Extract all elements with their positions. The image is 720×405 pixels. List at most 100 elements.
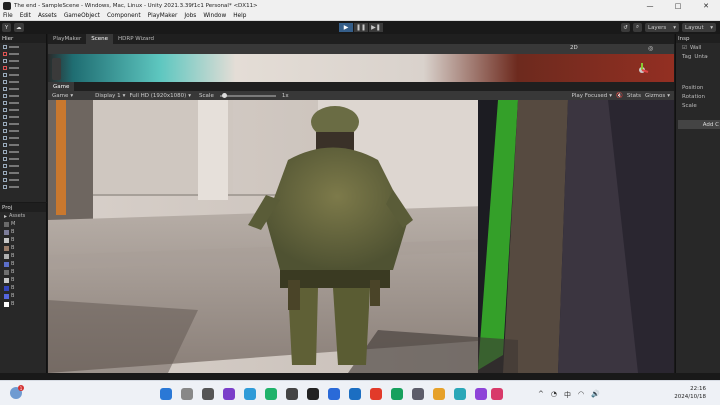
hierarchy-item[interactable] [0,127,46,134]
assets-folder[interactable]: ▸ Assets [0,212,46,220]
windows-start-icon[interactable] [160,388,172,400]
app-tray-icon[interactable]: ◔ [551,390,557,400]
app-icon[interactable] [370,388,382,400]
task-view-icon[interactable] [202,388,214,400]
hierarchy-item[interactable] [0,71,46,78]
show-hidden-icons[interactable]: ^ [538,390,544,400]
project-asset-item[interactable]: B [0,284,46,292]
edge-icon[interactable] [244,388,256,400]
menu-window[interactable]: Window [203,13,226,19]
gizmos-button[interactable]: Gizmos ▾ [645,93,670,99]
hierarchy-item[interactable] [0,92,46,99]
menu-help[interactable]: Help [233,13,246,19]
hierarchy-item[interactable] [0,169,46,176]
menu-edit[interactable]: Edit [20,13,31,19]
play-focused-dropdown[interactable]: Play Focused ▾ [571,93,612,99]
cloud-icon[interactable]: ☁ [14,23,24,32]
tag-dropdown[interactable]: Untagged [694,54,708,60]
project-asset-item[interactable]: B [0,276,46,284]
close-button[interactable]: ✕ [692,0,720,11]
project-asset-item[interactable]: B [0,228,46,236]
pause-button[interactable]: ❚❚ [354,23,368,32]
hierarchy-item[interactable] [0,141,46,148]
settings-icon[interactable] [412,388,424,400]
tab-game[interactable]: Game [48,81,75,92]
hierarchy-item[interactable] [0,113,46,120]
project-asset-item[interactable]: B [0,268,46,276]
app-icon[interactable] [391,388,403,400]
add-component-button[interactable]: Add C [678,120,720,129]
menu-playmaker[interactable]: PlayMaker [148,13,178,19]
hierarchy-item[interactable] [0,43,46,50]
2d-toggle[interactable]: 2D [570,45,578,51]
hierarchy-item[interactable] [0,134,46,141]
wifi-icon[interactable]: ◠ [578,390,584,400]
hierarchy-item[interactable] [0,50,46,57]
hierarchy-item[interactable] [0,99,46,106]
minimize-button[interactable]: — [636,0,664,11]
input-language[interactable]: 中 [564,390,571,400]
menu-assets[interactable]: Assets [38,13,57,19]
stats-button[interactable]: Stats [627,93,641,99]
hierarchy-item[interactable] [0,64,46,71]
history-icon[interactable]: ↺ [621,23,630,32]
menu-file[interactable]: File [3,13,13,19]
hierarchy-tab[interactable]: Hier [0,34,46,43]
steam-icon[interactable] [286,388,298,400]
mute-audio-icon[interactable]: 🔇 [616,93,623,99]
layout-dropdown[interactable]: Layout ▾ [682,23,716,32]
scale-slider[interactable] [219,92,276,98]
hierarchy-item[interactable] [0,85,46,92]
scene-gizmo-icon[interactable] [634,62,650,78]
object-name-field[interactable]: Wall [690,45,702,51]
project-asset-item[interactable]: M [0,220,46,228]
project-asset-item[interactable]: B [0,244,46,252]
project-asset-item[interactable]: B [0,252,46,260]
hierarchy-item[interactable] [0,176,46,183]
menu-gameobject[interactable]: GameObject [64,13,100,19]
visual-studio-icon[interactable] [475,388,487,400]
transform-tool-strip[interactable] [52,58,61,80]
menu-jobs[interactable]: Jobs [184,13,196,19]
game-view[interactable] [48,100,674,373]
app-icon[interactable] [328,388,340,400]
active-checkbox[interactable]: ☑ [682,45,687,51]
project-asset-item[interactable]: B [0,300,46,308]
hierarchy-item[interactable] [0,78,46,85]
account-button[interactable]: Y [2,23,11,32]
project-asset-item[interactable]: B [0,292,46,300]
search-icon[interactable]: ⌕ [633,23,642,32]
visual-studio-icon[interactable] [223,388,235,400]
scene-view[interactable] [48,54,674,82]
gizmos-icon[interactable]: ◎ [648,45,653,52]
resolution-dropdown[interactable]: Full HD (1920x1080) ▾ [129,93,191,99]
game-mode-dropdown[interactable]: Game ▾ [52,93,73,99]
browser-icon[interactable] [349,388,361,400]
app-icon[interactable] [454,388,466,400]
clock[interactable]: 22:16 2024/10/18 [674,385,706,401]
app-icon[interactable] [491,388,503,400]
hierarchy-item[interactable] [0,106,46,113]
hierarchy-item[interactable] [0,148,46,155]
hierarchy-item[interactable] [0,155,46,162]
menu-component[interactable]: Component [107,13,141,19]
hierarchy-item[interactable] [0,183,46,190]
chrome-icon[interactable] [433,388,445,400]
inspector-tab[interactable]: Insp [676,34,720,43]
search-icon[interactable] [181,388,193,400]
tab-hdrp-wizard[interactable]: HDRP Wizard [113,34,159,44]
project-asset-item[interactable]: B [0,260,46,268]
play-button[interactable]: ▶ [339,23,353,32]
project-asset-item[interactable]: B [0,236,46,244]
weather-widget-icon[interactable]: 1 [10,385,24,399]
tab-playmaker[interactable]: PlayMaker [48,34,86,44]
hierarchy-item[interactable] [0,57,46,64]
hierarchy-item[interactable] [0,162,46,169]
project-tab[interactable]: Proj [0,203,46,212]
tab-scene[interactable]: Scene [86,34,114,44]
wechat-icon[interactable] [265,388,277,400]
scale-slider-knob[interactable] [221,92,227,98]
layers-dropdown[interactable]: Layers ▾ [645,23,679,32]
display-dropdown[interactable]: Display 1 ▾ [95,93,125,99]
step-button[interactable]: ▶❚ [369,23,383,32]
